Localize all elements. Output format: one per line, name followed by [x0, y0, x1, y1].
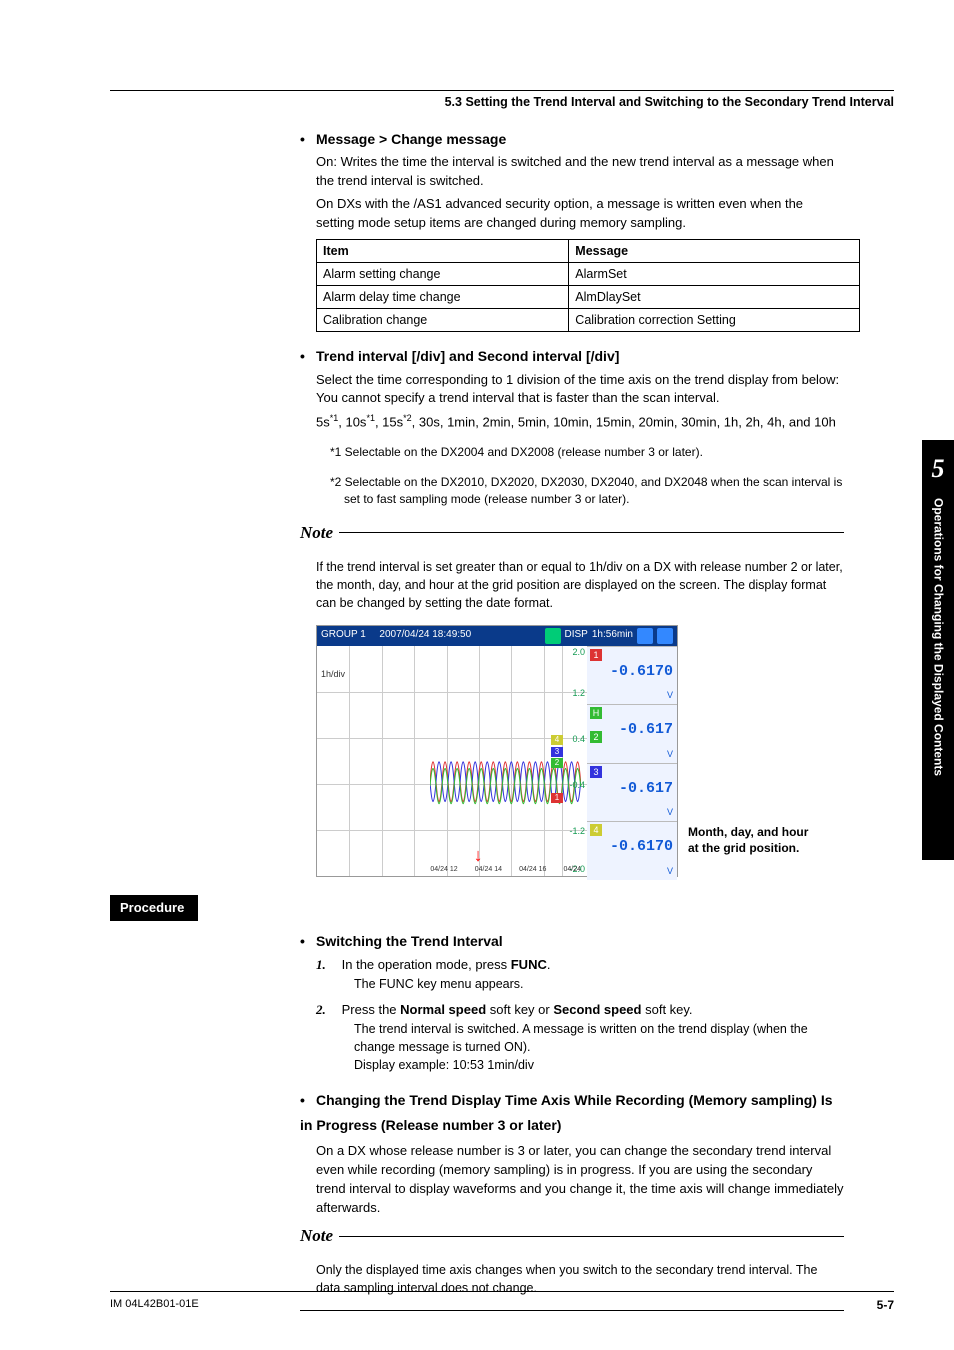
message-table: Item Message Alarm setting change AlarmS… [316, 239, 860, 333]
fig-titlebar: GROUP 1 2007/04/24 18:49:50 DISP 1h:56mi… [317, 626, 677, 646]
top-rule [110, 90, 894, 91]
note1-body: If the trend interval is set greater tha… [316, 558, 844, 612]
page-number: 5-7 [877, 1297, 894, 1314]
proc2-body: On a DX whose release number is 3 or lat… [316, 1142, 844, 1217]
camera-icon [637, 628, 653, 644]
footnote-1: *1 Selectable on the DX2004 and DX2008 (… [330, 444, 844, 461]
proc1-heading: Switching the Trend Interval [300, 931, 844, 951]
table-row: Alarm setting change AlarmSet [317, 262, 860, 285]
sec2-p1: Select the time corresponding to 1 divis… [316, 371, 844, 409]
table-row: Calibration change Calibration correctio… [317, 309, 860, 332]
step-2: 2. Press the Normal speed soft key or Se… [316, 1001, 844, 1020]
section-trend-interval-heading: Trend interval [/div] and Second interva… [300, 346, 844, 366]
procedure-label: Procedure [110, 895, 198, 922]
page-footer: IM 04L42B01-01E 5-7 [110, 1297, 894, 1314]
marker-4: 4 [551, 735, 563, 745]
step-2-sub2: Display example: 10:53 1min/div [354, 1056, 844, 1074]
running-head: 5.3 Setting the Trend Interval and Switc… [110, 93, 894, 111]
bottom-rule [110, 1291, 894, 1292]
fig-side-panels: 1-0.6170V H2-0.617V 3-0.617V 4-0.6170V [587, 646, 677, 876]
doc-id: IM 04L42B01-01E [110, 1297, 199, 1314]
proc2-heading: Changing the Trend Display Time Axis Whi… [300, 1088, 844, 1138]
fig-plot-area: 1h/div 1 2 [317, 646, 587, 876]
x-labels: 04/24 1204/24 14 04/24 1604/24 [430, 865, 581, 875]
table-row: Alarm delay time change AlmDlaySet [317, 286, 860, 309]
note2-heading: Note [300, 1224, 844, 1249]
save-icon [657, 628, 673, 644]
trend-icon [545, 628, 561, 644]
note-heading: Note [300, 521, 844, 546]
step-1: 1. In the operation mode, press FUNC. [316, 956, 844, 975]
sec2-p2: 5s*1, 10s*1, 15s*2, 30s, 1min, 2min, 5mi… [316, 412, 844, 432]
table-header-message: Message [569, 239, 860, 262]
figure-caption: Month, day, and hourat the grid position… [688, 825, 808, 876]
footnote-2: *2 Selectable on the DX2010, DX2020, DX2… [330, 474, 844, 509]
table-header-item: Item [317, 239, 569, 262]
marker-3: 3 [551, 747, 563, 757]
arrow-icon: ↓ [474, 842, 483, 868]
step-2-sub1: The trend interval is switched. A messag… [354, 1020, 844, 1056]
marker-2: 2 [551, 758, 563, 768]
sec1-p2: On DXs with the /AS1 advanced security o… [316, 195, 844, 233]
trend-screenshot: GROUP 1 2007/04/24 18:49:50 DISP 1h:56mi… [316, 625, 678, 877]
step-1-sub: The FUNC key menu appears. [354, 975, 844, 993]
section-message-heading: Message > Change message [300, 129, 844, 149]
sec1-p1: On: Writes the time the interval is swit… [316, 153, 844, 191]
marker-1: 1 [551, 793, 563, 803]
